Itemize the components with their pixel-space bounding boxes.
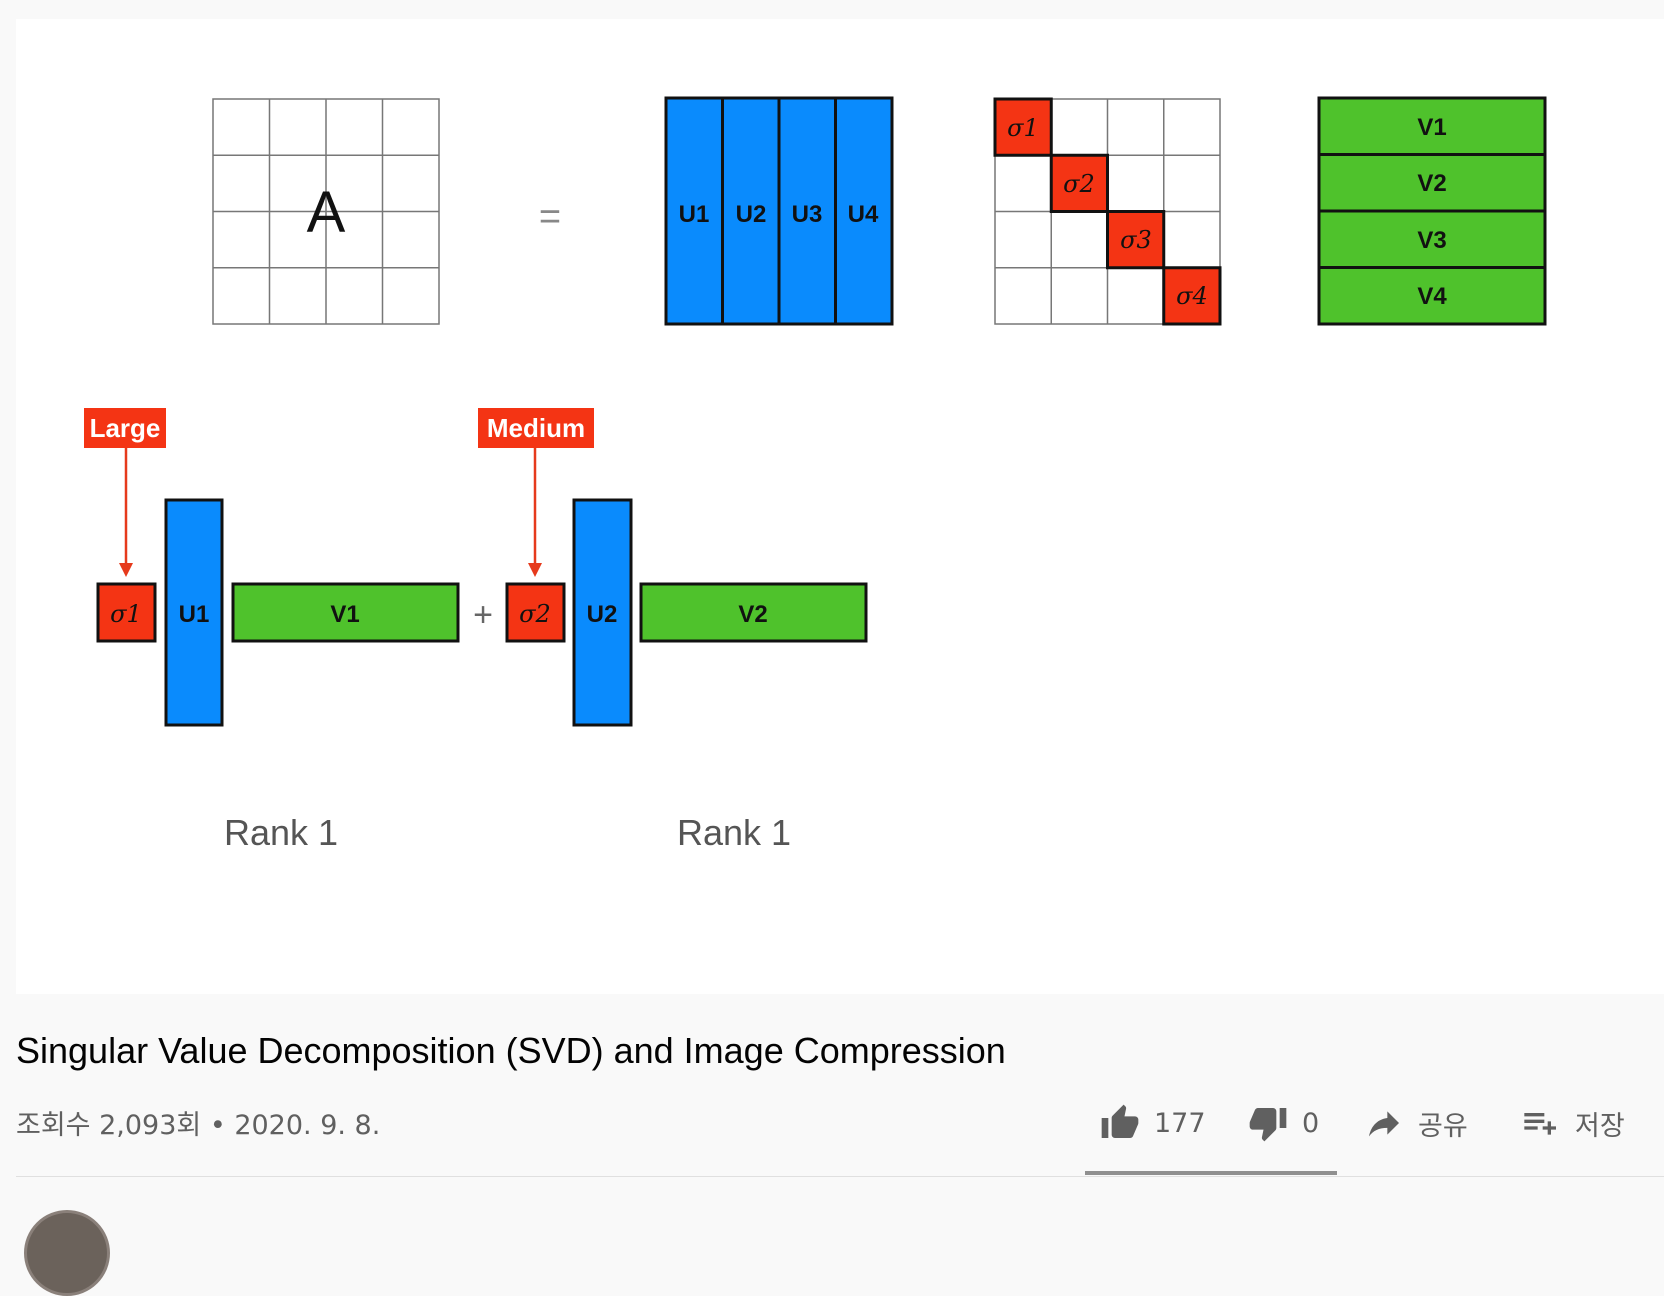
thumb-down-icon [1248,1103,1288,1143]
equals-sign: = [539,196,561,238]
rank-label: Rank 1 [224,812,338,853]
u-column-label: U1 [679,201,710,228]
sigma-label: σ3 [1120,226,1152,254]
term2-sigma: σ2 [519,600,551,628]
share-icon [1364,1103,1404,1143]
term1-v: V1 [330,601,359,628]
v-row-label: V1 [1417,114,1446,141]
like-count: 177 [1154,1107,1206,1139]
sentiment-bar [1085,1171,1337,1175]
save-button[interactable]: 저장 [1521,1099,1625,1147]
sigma-label: σ1 [1007,114,1039,142]
v-row-label: V3 [1417,227,1446,254]
like-button[interactable]: 177 [1100,1099,1206,1147]
term1-u: U1 [179,601,210,628]
dislike-button[interactable]: 0 [1248,1099,1319,1147]
sigma-label: σ2 [1063,170,1095,198]
playlist-add-icon [1521,1103,1561,1143]
divider [16,1176,1664,1177]
video-player[interactable]: A = U1 U2 U3 U4 σ1 σ2 σ3 σ4 V1 V2 V3 V4 [16,19,1664,994]
share-label: 공유 [1418,1110,1468,1142]
save-label: 저장 [1575,1110,1625,1142]
v-row-label: V4 [1417,283,1447,310]
callout-large: Large [90,413,161,443]
share-button[interactable]: 공유 [1364,1099,1468,1147]
video-meta: 조회수 2,093회 • 2020. 9. 8. [16,1110,381,1141]
u-column-label: U3 [792,201,823,228]
callout-medium-arrowhead [528,563,542,577]
term1-sigma: σ1 [110,600,142,628]
thumb-up-icon [1100,1103,1140,1143]
u-column-label: U4 [848,201,879,228]
matrix-a-label: A [307,180,346,245]
v-row-label: V2 [1417,170,1446,197]
video-title: Singular Value Decomposition (SVD) and I… [16,1030,1006,1071]
plus-sign: + [473,596,493,634]
term2-v: V2 [738,601,767,628]
callout-medium: Medium [487,413,585,443]
dislike-count: 0 [1302,1107,1320,1139]
rank-label: Rank 1 [677,812,791,853]
term2-u: U2 [587,601,618,628]
callout-large-arrowhead [119,563,133,577]
u-column-label: U2 [736,201,767,228]
sigma-label: σ4 [1176,282,1208,310]
